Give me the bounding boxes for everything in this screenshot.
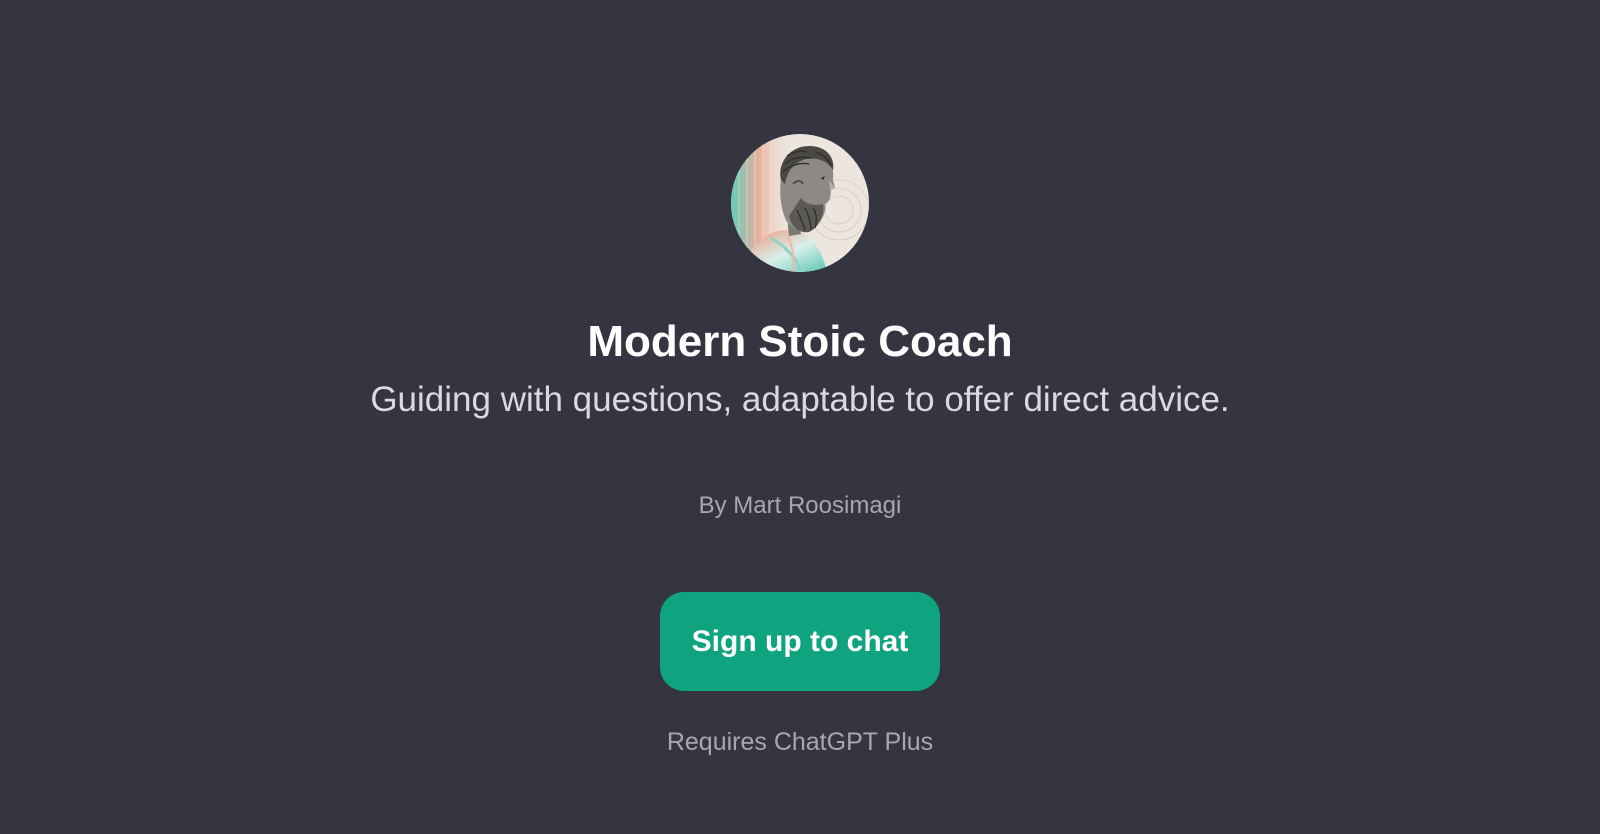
sign-up-to-chat-button[interactable]: Sign up to chat	[660, 592, 940, 691]
stoic-philosopher-portrait-icon	[731, 134, 869, 272]
gpt-description: Guiding with questions, adaptable to off…	[370, 380, 1230, 419]
gpt-avatar	[731, 134, 869, 272]
gpt-landing-page: Modern Stoic Coach Guiding with question…	[0, 0, 1600, 834]
gpt-title: Modern Stoic Coach	[587, 317, 1013, 366]
gpt-info-panel: Modern Stoic Coach Guiding with question…	[0, 0, 1600, 834]
gpt-author: By Mart Roosimagi	[698, 492, 902, 519]
plan-requirement-note: Requires ChatGPT Plus	[666, 728, 934, 756]
